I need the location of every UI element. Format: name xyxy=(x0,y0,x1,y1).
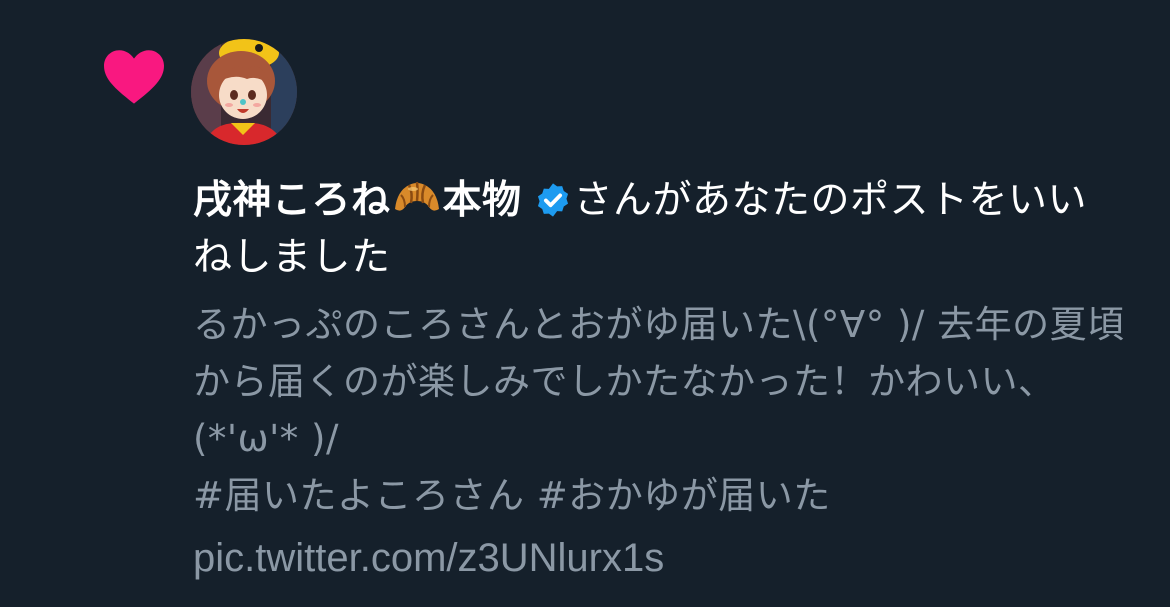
actor-name-suffix[interactable]: 本物 xyxy=(443,178,522,223)
heart-icon xyxy=(104,50,164,104)
like-notification[interactable]: 戌神ころね 本物 さんがあなたのポストをいいねしました るかっぷのころさんとおが… xyxy=(0,0,1170,607)
actor-name[interactable]: 戌神ころね xyxy=(193,178,391,223)
tweet-text[interactable]: るかっぷのころさんとおがゆ届いた\(°∀° )/ 去年の夏頃から届くのが楽しみで… xyxy=(193,296,1133,524)
verified-badge-icon xyxy=(537,183,568,217)
tweet-media-link[interactable]: pic.twitter.com/z3UNlurx1s xyxy=(193,530,664,587)
croissant-emoji-icon xyxy=(394,181,439,211)
avatar[interactable] xyxy=(191,39,297,145)
notification-headline: 戌神ころね 本物 さんがあなたのポストをいいねしました xyxy=(193,172,1123,286)
